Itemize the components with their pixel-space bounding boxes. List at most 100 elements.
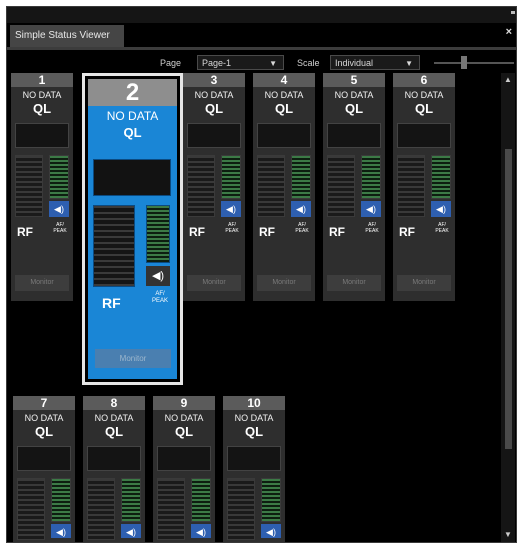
- simple-status-viewer-window: Simple Status Viewer × Page Page-1 ▼ Sca…: [6, 6, 517, 543]
- rf-meter: [157, 478, 185, 540]
- channel-panel-1[interactable]: 1 NO DATA QL ◀) RF AF/PEAK Monitor: [11, 73, 73, 301]
- rf-meter: [397, 155, 425, 217]
- scale-select-value: Individual: [335, 58, 374, 68]
- rf-meter: [227, 478, 255, 540]
- speaker-icon[interactable]: ◀): [121, 524, 141, 538]
- rf-label: RF: [329, 225, 345, 239]
- channel-status: NO DATA: [106, 109, 159, 123]
- monitor-button[interactable]: Monitor: [187, 275, 241, 291]
- page-select-value: Page-1: [202, 58, 232, 68]
- monitor-button[interactable]: Monitor: [95, 349, 171, 368]
- af-meter: [146, 205, 170, 263]
- af-peak-label: AF/PEAK: [49, 222, 71, 234]
- channel-panel-5[interactable]: 5 NO DATA QL ◀) RF AF/PEAK Monitor: [323, 73, 385, 301]
- channel-display: [257, 123, 311, 148]
- af-peak-label: AF/PEAK: [431, 222, 453, 234]
- zoom-slider-thumb[interactable]: [461, 56, 467, 69]
- af-meter: [261, 478, 281, 522]
- channel-status: NO DATA: [22, 90, 62, 100]
- channel-panel-3[interactable]: 3 NO DATA QL ◀) RF AF/PEAK Monitor: [183, 73, 245, 301]
- peak-label: PEAK: [295, 228, 309, 234]
- rf-label: RF: [17, 225, 33, 239]
- page-select[interactable]: Page-1 ▼: [197, 55, 284, 70]
- af-meter: [49, 155, 69, 199]
- af-peak-label: AF/PEAK: [221, 222, 243, 234]
- monitor-button[interactable]: Monitor: [257, 275, 311, 291]
- speaker-icon[interactable]: ◀): [361, 201, 381, 217]
- channel-panel-7[interactable]: 7 NO DATA QL ◀): [13, 396, 75, 542]
- rf-meter: [187, 155, 215, 217]
- channel-panel-8[interactable]: 8 NO DATA QL ◀): [83, 396, 145, 542]
- scroll-thumb[interactable]: [505, 149, 512, 449]
- rf-label: RF: [102, 295, 121, 311]
- channel-number: 10: [223, 396, 285, 410]
- close-icon[interactable]: ×: [506, 26, 512, 38]
- scale-label: Scale: [297, 58, 320, 68]
- scale-select[interactable]: Individual ▼: [330, 55, 420, 70]
- speaker-icon[interactable]: ◀): [191, 524, 211, 538]
- rf-meter: [327, 155, 355, 217]
- tab-underline: [7, 47, 516, 50]
- speaker-icon[interactable]: ◀): [49, 201, 69, 217]
- channel-model: QL: [274, 101, 294, 116]
- channel-panel-10[interactable]: 10 NO DATA QL ◀): [223, 396, 285, 542]
- channel-display: [87, 446, 141, 471]
- speaker-icon[interactable]: ◀): [261, 524, 281, 538]
- peak-label: PEAK: [225, 228, 239, 234]
- channel-status: NO DATA: [234, 413, 274, 423]
- channel-display: [17, 446, 71, 471]
- zoom-slider-track[interactable]: [434, 62, 514, 64]
- channel-panel-2-body: 2 NO DATA QL ◀) RF AF/PEAK Monitor: [88, 79, 177, 379]
- channel-model: QL: [414, 101, 434, 116]
- channel-number: 6: [393, 73, 455, 87]
- channel-model: QL: [174, 424, 194, 439]
- channel-panel-2-selected[interactable]: 2 NO DATA QL ◀) RF AF/PEAK Monitor: [82, 73, 183, 385]
- monitor-button[interactable]: Monitor: [397, 275, 451, 291]
- speaker-icon[interactable]: ◀): [431, 201, 451, 217]
- channel-display: [15, 123, 69, 148]
- monitor-button[interactable]: Monitor: [327, 275, 381, 291]
- rf-meter: [15, 155, 43, 217]
- rf-meter: [87, 478, 115, 540]
- channel-model: QL: [123, 125, 142, 140]
- channel-status: NO DATA: [94, 413, 134, 423]
- peak-label: PEAK: [151, 298, 168, 304]
- af-meter: [221, 155, 241, 199]
- af-meter: [191, 478, 211, 522]
- channel-model: QL: [204, 101, 224, 116]
- channel-panel-4[interactable]: 4 NO DATA QL ◀) RF AF/PEAK Monitor: [253, 73, 315, 301]
- rf-label: RF: [259, 225, 275, 239]
- chevron-down-icon: ▼: [269, 59, 277, 68]
- channel-display: [157, 446, 211, 471]
- speaker-icon[interactable]: ◀): [51, 524, 71, 538]
- channel-status: NO DATA: [164, 413, 204, 423]
- rf-meter: [17, 478, 45, 540]
- speaker-icon[interactable]: ◀): [146, 266, 170, 286]
- channel-display: [397, 123, 451, 148]
- rf-label: RF: [189, 225, 205, 239]
- channel-number: 9: [153, 396, 215, 410]
- channel-model: QL: [104, 424, 124, 439]
- af-peak-label: AF/PEAK: [361, 222, 383, 234]
- scroll-up-icon[interactable]: ▲: [504, 75, 512, 84]
- channel-number: 5: [323, 73, 385, 87]
- channel-display: [227, 446, 281, 471]
- speaker-icon[interactable]: ◀): [291, 201, 311, 217]
- chevron-down-icon: ▼: [405, 59, 413, 68]
- peak-label: PEAK: [435, 228, 449, 234]
- channel-panel-9[interactable]: 9 NO DATA QL ◀): [153, 396, 215, 542]
- af-meter: [121, 478, 141, 522]
- channel-status: NO DATA: [24, 413, 64, 423]
- monitor-button[interactable]: Monitor: [15, 275, 69, 291]
- channel-panel-6[interactable]: 6 NO DATA QL ◀) RF AF/PEAK Monitor: [393, 73, 455, 301]
- channel-model: QL: [34, 424, 54, 439]
- peak-label: PEAK: [365, 228, 379, 234]
- channel-number: 1: [11, 73, 73, 87]
- scroll-down-icon[interactable]: ▼: [504, 530, 512, 539]
- channel-model: QL: [244, 424, 264, 439]
- af-label: AF/: [155, 291, 165, 297]
- af-meter: [51, 478, 71, 522]
- af-peak-label: AF/PEAK: [291, 222, 313, 234]
- tab-simple-status-viewer[interactable]: Simple Status Viewer: [10, 25, 124, 47]
- speaker-icon[interactable]: ◀): [221, 201, 241, 217]
